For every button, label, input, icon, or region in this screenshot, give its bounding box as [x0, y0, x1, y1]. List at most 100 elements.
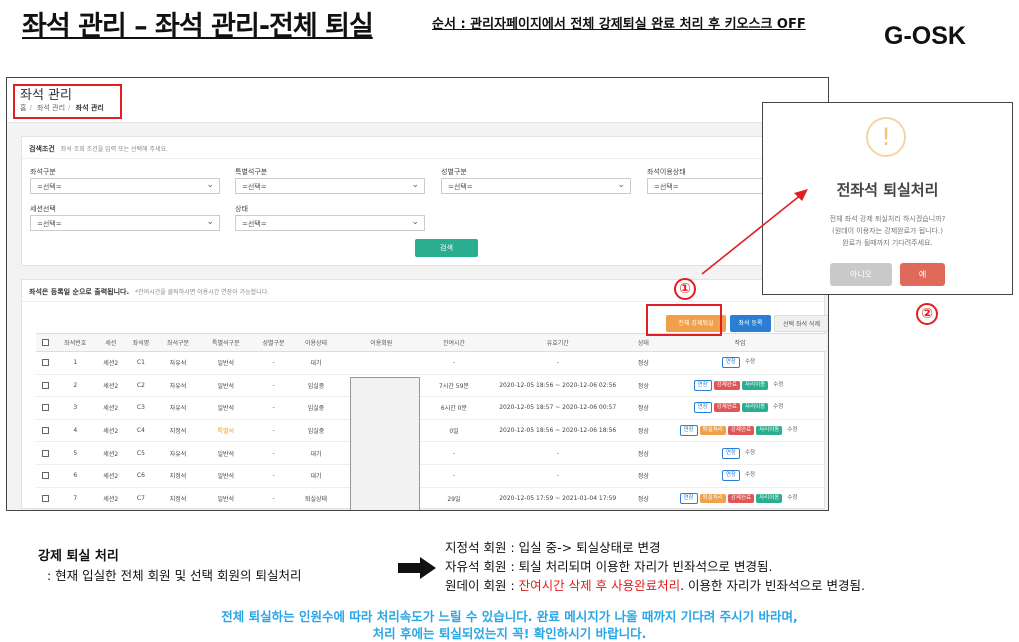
- highlight-force-button-box: [646, 304, 722, 336]
- highlight-header-box: [13, 84, 122, 119]
- row-checkbox[interactable]: [41, 427, 49, 435]
- row-action-edit-button[interactable]: 수정: [770, 403, 786, 412]
- cell-period: -: [482, 464, 633, 488]
- delete-selected-button[interactable]: 선택 좌석 삭제: [774, 315, 828, 332]
- step-marker-2: ②: [916, 303, 938, 325]
- row-action-edit-button[interactable]: 수정: [784, 426, 800, 435]
- col-remain: 잔여시간: [425, 333, 483, 352]
- row-checkbox[interactable]: [41, 404, 49, 412]
- table-header: 좌석번호 세션 좌석명 좌석구분 특별석구분 성별구분 이용상태 이용회원 잔여…: [36, 333, 826, 352]
- cell-session: 세션2: [96, 441, 125, 465]
- cell-seat-type: 지정석: [156, 419, 200, 443]
- cell-session: 세션2: [96, 374, 125, 398]
- row-action-ext-button[interactable]: 연장: [679, 425, 698, 437]
- cell-seat-type: 지정석: [156, 464, 200, 488]
- cell-special: 일반석: [199, 441, 253, 465]
- row-checkbox: [36, 396, 54, 420]
- row-action-ext-button[interactable]: 연장: [693, 402, 712, 414]
- row-action-edit-button[interactable]: 수정: [770, 381, 786, 390]
- cell-remain[interactable]: 0일: [425, 419, 483, 443]
- cell-period: 2020-12-05 18:57 ~ 2020-12-06 00:57: [482, 396, 633, 420]
- table-row: 7세션2C7지정석일반석-퇴실상태김29일2020-12-05 17:59 ~ …: [36, 487, 826, 510]
- row-action-force-button[interactable]: 강제완료: [727, 426, 755, 436]
- label-gender: 성별구분: [441, 168, 467, 176]
- row-action-out-button[interactable]: 퇴실처리: [699, 493, 726, 503]
- chevron-down-icon: ⌄: [411, 180, 419, 190]
- register-seat-button[interactable]: 좌석 등록: [730, 315, 771, 332]
- cell-seat-name: C5: [125, 441, 157, 465]
- cell-session: 세션2: [96, 351, 125, 375]
- row-checkbox: [36, 419, 54, 443]
- cell-seat-no: 3: [54, 396, 97, 420]
- table-row: 1 세션2 C1 자유석 일반석 - 대기 - - 정상 연장 수정: [36, 351, 826, 375]
- row-checkbox[interactable]: [41, 359, 49, 367]
- row-action-move-button[interactable]: 자리이동: [756, 426, 783, 436]
- cell-remain[interactable]: 7시간 59분: [425, 374, 483, 398]
- page-header: 좌석 관리 홈 / 좌석 관리 / 좌석 관리: [7, 78, 828, 123]
- col-usage: 이용상태: [294, 333, 338, 352]
- note-description: : 현재 입실한 전체 회원 및 선택 회원의 퇴실처리: [47, 568, 302, 583]
- list-title: 좌석은 등록일 순으로 출력됩니다. *잔여시간을 클릭하시면 이용시간 연장이 …: [29, 288, 270, 296]
- row-checkbox[interactable]: [41, 381, 49, 389]
- row-action-ext-button[interactable]: 연장: [721, 357, 740, 369]
- privacy-mask: [350, 377, 420, 510]
- rule-oneday: 원데이 회원 : 잔여시간 삭제 후 사용완료처리. 이용한 자리가 빈좌석으로…: [445, 578, 865, 593]
- cell-usage: 대기: [294, 351, 338, 375]
- row-action-ext-button[interactable]: 연장: [679, 492, 698, 504]
- row-action-move-button[interactable]: 자리이동: [742, 403, 769, 413]
- cell-actions: 연장 수정: [654, 464, 826, 488]
- cell-remain[interactable]: 29일: [425, 487, 483, 510]
- row-action-edit-button[interactable]: 수정: [742, 449, 758, 458]
- row-checkbox[interactable]: [41, 449, 49, 457]
- cell-seat-no: 4: [54, 419, 97, 443]
- label-seat-type: 좌석구분: [30, 168, 56, 176]
- cell-actions: 연장 퇴실처리 강제완료 자리이동 수정: [654, 487, 826, 510]
- cell-actions: 연장 수정: [654, 351, 826, 375]
- footer-note-2: 처리 후에는 퇴실되었는지 꼭! 확인하시기 바랍니다.: [372, 626, 647, 641]
- cell-seat-name: C7: [125, 487, 157, 510]
- brand-logo: G-OSK: [884, 22, 966, 50]
- row-action-edit-button[interactable]: 수정: [742, 358, 758, 367]
- cell-special: 일반석: [199, 487, 253, 510]
- col-special: 특별석구분: [199, 333, 253, 352]
- cell-period: 2020-12-05 17:59 ~ 2021-01-04 17:59: [482, 487, 633, 510]
- row-checkbox[interactable]: [41, 472, 49, 480]
- select-gender[interactable]: =선택= ⌄: [441, 178, 631, 194]
- dialog-cancel-button[interactable]: 아니오: [830, 263, 892, 286]
- col-seat-type: 좌석구분: [156, 333, 200, 352]
- dialog-confirm-button[interactable]: 예: [900, 263, 945, 286]
- cell-session: 세션2: [96, 487, 125, 510]
- row-action-ext-button[interactable]: 연장: [693, 379, 712, 391]
- cell-status: 정상: [632, 351, 654, 375]
- cell-remain[interactable]: 6시간 0분: [425, 396, 483, 420]
- row-action-edit-button[interactable]: 수정: [784, 494, 800, 503]
- select-status[interactable]: =선택= ⌄: [235, 215, 425, 231]
- select-special-type[interactable]: =선택= ⌄: [235, 178, 425, 194]
- select-seat-type[interactable]: =선택= ⌄: [30, 178, 220, 194]
- cell-gender: -: [252, 419, 295, 443]
- row-checkbox: [36, 441, 54, 465]
- col-status: 상태: [632, 333, 654, 352]
- table-row: 3세션2C3자유석일반석-입실중필6시간 0분2020-12-05 18:57 …: [36, 396, 826, 420]
- cell-session: 세션2: [96, 396, 125, 420]
- select-all-checkbox[interactable]: [41, 339, 49, 346]
- row-action-move-button[interactable]: 자리이동: [742, 380, 769, 390]
- row-action-force-button[interactable]: 강제완료: [727, 493, 755, 503]
- search-button[interactable]: 검색: [415, 239, 478, 257]
- cell-seat-type: 자유석: [156, 441, 200, 465]
- row-checkbox[interactable]: [41, 494, 49, 502]
- row-action-ext-button[interactable]: 연장: [721, 447, 740, 459]
- row-action-edit-button[interactable]: 수정: [742, 471, 758, 480]
- row-action-force-button[interactable]: 강제완료: [713, 403, 740, 413]
- select-session[interactable]: =선택= ⌄: [30, 215, 220, 231]
- cell-actions: 연장 강제완료 자리이동 수정: [654, 374, 826, 398]
- row-action-ext-button[interactable]: 연장: [721, 470, 740, 482]
- cell-seat-type: 자유석: [156, 351, 200, 375]
- row-action-force-button[interactable]: 강제완료: [713, 380, 740, 390]
- row-checkbox: [36, 487, 54, 510]
- row-action-move-button[interactable]: 자리이동: [756, 493, 783, 503]
- label-session: 세션선택: [30, 205, 56, 213]
- cell-session: 세션2: [96, 464, 125, 488]
- cell-seat-type: 지정석: [156, 487, 200, 510]
- row-action-out-button[interactable]: 퇴실처리: [699, 426, 726, 436]
